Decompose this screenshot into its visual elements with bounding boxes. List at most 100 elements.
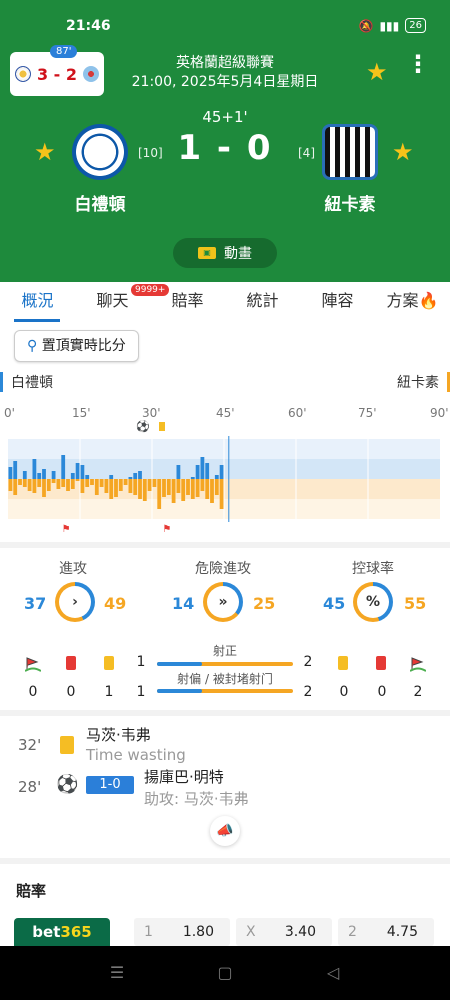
odds-draw[interactable]: X 3.40 [236,918,332,946]
favorite-home-star-icon[interactable]: ★ [34,138,56,166]
tab-plans[interactable]: 方案🔥 [375,282,450,322]
corner-marker-icon: ⚑ [61,524,71,535]
home-pressure-bar [37,473,42,479]
away-pressure-bar [27,479,32,491]
away-pressure-bar [166,479,171,495]
other-match-score: 3 - 2 [36,64,78,84]
possession-away-value: 55 [404,594,427,613]
away-pressure-bar [13,479,18,495]
tab-lineup[interactable]: 陣容 [300,282,375,322]
chevron-right-icon: › [59,586,91,618]
away-pressure-bar [70,479,75,489]
more-menu-icon[interactable]: ⋮ [406,52,430,76]
away-pressure-bar [46,479,51,491]
home-pressure-bar [176,465,181,479]
shots-off-home-value: 1 [136,684,146,700]
recent-apps-icon[interactable]: ☰ [108,964,126,982]
tab-bar: 概況 聊天 9999+ 賠率 統計 陣容 方案🔥 [0,282,450,322]
home-pressure-bar [214,475,219,479]
away-yellow-value: 0 [339,684,349,700]
shots-on-bar [157,662,293,666]
triple-chevron-icon: » [207,586,239,618]
tab-stats[interactable]: 統計 [225,282,300,322]
possession-label: 控球率 [352,561,394,577]
attack-home-value: 37 [24,594,47,613]
home-pressure-bar [8,467,13,479]
home-pressure-bar [133,473,138,479]
mute-icon: 🔕 [358,18,374,33]
yellow-card-icon [60,736,74,754]
away-pressure-bar [123,479,128,485]
pin-live-score-button[interactable]: ⚲ 置頂實時比分 [14,330,139,362]
stats-summary: 進攻 危險進攻 控球率 37 › 49 14 » 25 45 % 55 1 射正… [0,548,450,710]
match-datetime: 21:00, 2025年5月4日星期日 [131,74,319,90]
home-pressure-bar [85,475,90,479]
away-team-name[interactable]: 紐卡素 [300,190,400,215]
newcastle-crest-icon[interactable] [322,124,378,180]
status-icons: 🔕 ▮▮▮ 26 [358,18,426,33]
brighton-crest-icon[interactable] [72,124,128,180]
home-pressure-bar [51,471,56,479]
home-pressure-bar [22,471,27,479]
tab-chat[interactable]: 聊天 9999+ [75,282,170,322]
favorite-match-star-icon[interactable]: ★ [366,58,388,86]
home-icon[interactable]: ▢ [216,964,234,982]
home-team-name[interactable]: 白禮頓 [50,190,150,215]
away-pressure-bar [205,479,210,499]
tab-odds[interactable]: 賠率 [150,282,225,322]
away-pressure-bar [66,479,70,491]
danger-ring: » [203,582,243,622]
bookmaker-logo[interactable]: bet365 [14,918,110,946]
other-match-card[interactable]: 87' 3 - 2 [10,45,104,96]
tick-label: 90' [430,406,449,420]
away-pressure-bar [162,479,166,497]
event-minute: 32' [18,736,42,754]
fire-icon: 🔥 [418,291,439,310]
shots-off-bar-fill [157,689,202,693]
possession-home-value: 45 [323,594,346,613]
system-nav-bar: ☰ ▢ ◁ [0,946,450,1000]
league-name: 英格蘭超級聯賽 [176,55,274,71]
shots-on-label: 射正 [212,644,237,658]
odds-away[interactable]: 2 4.75 [338,918,434,946]
animation-button[interactable]: ▣ 動畫 [173,238,277,268]
tick-label: 75' [358,406,377,420]
pitch-icon: ▣ [198,247,216,259]
away-pressure-bar [56,479,61,489]
away-pressure-bar [128,479,133,493]
animation-label: 動畫 [224,246,252,262]
away-pressure-bar [210,479,214,503]
away-pressure-bar [138,479,142,499]
event-assist: 助攻: 马茨·韦弗 [144,790,249,808]
home-corners-value: 0 [28,684,38,700]
shots-on-home-value: 1 [136,654,146,670]
tab-label: 概況 [21,291,54,310]
attack-ring: › [55,582,95,622]
odds-section: 賠率 bet365 1 1.80 X 3.40 2 4.75 [0,864,450,946]
away-pressure-bar [51,479,56,483]
signal-icon: ▮▮▮ [379,18,400,33]
corner-flag-icon [25,657,41,672]
match-minute: 45+1' [202,108,248,126]
away-pressure-bar [85,479,90,487]
whistle-icon[interactable]: 📣 [210,816,240,846]
danger-away-value: 25 [253,594,276,613]
tick-label: 15' [72,406,91,420]
away-pressure-bar [37,479,42,487]
tick-label: 45' [216,406,235,420]
back-icon[interactable]: ◁ [324,964,342,982]
goal-marker-icon: ⚽ [136,420,151,433]
home-pressure-bar [138,471,142,479]
tab-label: 賠率 [171,291,204,310]
tab-overview[interactable]: 概況 [0,282,75,322]
away-corners-value: 2 [413,684,423,700]
odds-home[interactable]: 1 1.80 [134,918,230,946]
away-rank: [4] [298,146,315,160]
event-minute: 28' [18,778,42,796]
favorite-away-star-icon[interactable]: ★ [392,138,414,166]
tab-label: 方案 [386,291,419,310]
live-momentum-section: ⚲ 置頂實時比分 白禮頓 紐卡素 0' 15' 30' 45' 60' 75' … [0,322,450,542]
home-pressure-bar [32,459,37,479]
odds-key: X [246,924,256,940]
odds-value: 4.75 [386,924,418,940]
